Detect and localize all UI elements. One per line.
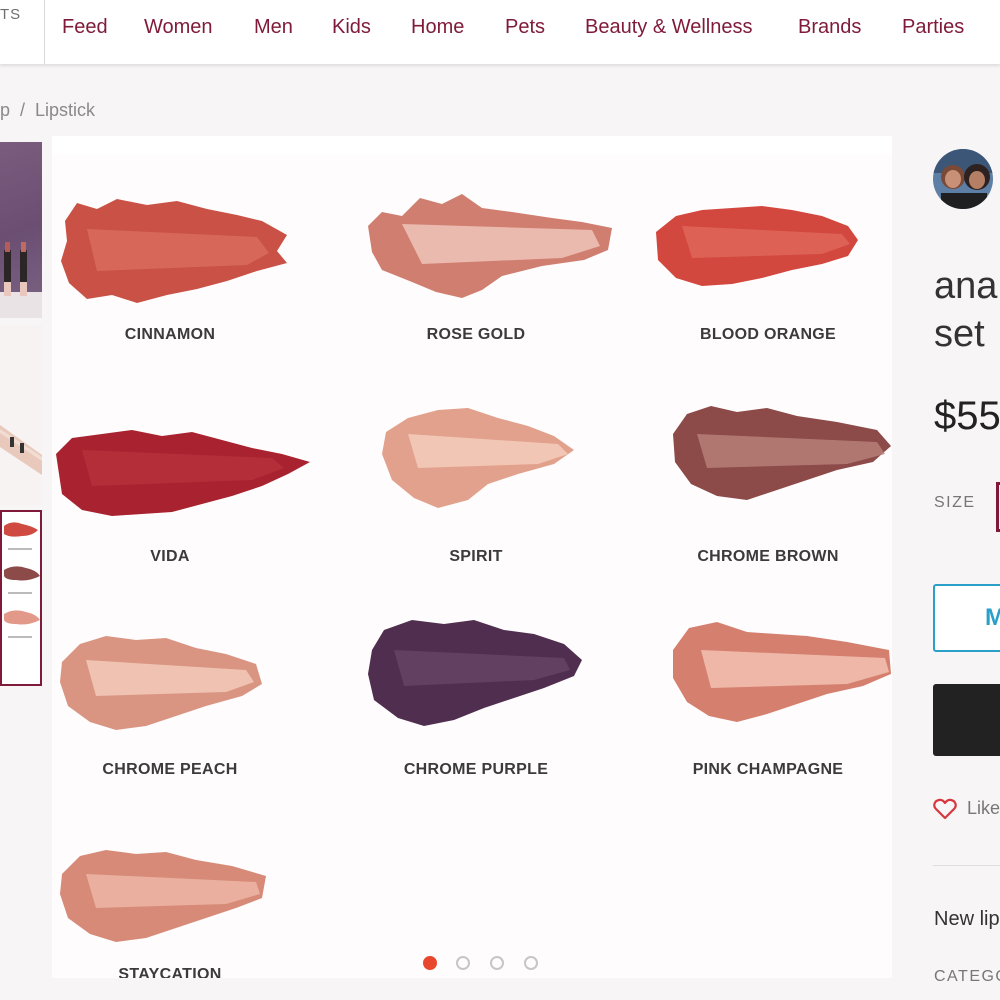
product-description: New lip: [934, 908, 1000, 930]
product-price: $55: [934, 394, 1000, 438]
like-label: Like: [967, 798, 1000, 818]
breadcrumb: p / Lipstick: [0, 100, 95, 121]
nav-item-men[interactable]: Men: [254, 16, 293, 39]
swatch-chrome-peach: [60, 636, 262, 730]
breadcrumb-separator: /: [20, 100, 26, 120]
swatch-label-spirit: SPIRIT: [449, 548, 503, 565]
nav-item-feed[interactable]: Feed: [62, 16, 108, 39]
thumbnail-2[interactable]: [0, 325, 42, 505]
swatch-label-chrome-brown: CHROME BROWN: [697, 548, 839, 565]
add-to-bag-button[interactable]: [933, 684, 1000, 756]
category-label: CATEGO: [934, 968, 1000, 985]
nav-item-home[interactable]: Home: [411, 16, 464, 39]
swatch-blood-order: [656, 206, 858, 286]
carousel-dot-1[interactable]: [423, 956, 437, 970]
carousel-dot-4[interactable]: [524, 956, 538, 970]
nav-item-brands[interactable]: Brands: [798, 16, 861, 39]
swatch-label-cinnamon: CINNAMON: [124, 326, 216, 343]
swatch-label-rose-gold: ROSE GOLD: [426, 326, 526, 343]
carousel-dot-2[interactable]: [456, 956, 470, 970]
swatch-label-pink-champagne: PINK CHAMPAGNE: [692, 761, 844, 778]
swatch-pink-champagne: [673, 622, 891, 722]
nav-logo-area[interactable]: TS: [0, 0, 45, 64]
nav-item-beauty-wellness[interactable]: Beauty & Wellness: [585, 16, 753, 39]
product-title-line-1: ana: [934, 265, 998, 307]
swatch-spirit: [382, 408, 574, 508]
like-button[interactable]: Like: [933, 798, 1000, 820]
nav-item-women[interactable]: Women: [144, 16, 213, 39]
carousel-pagination: [0, 956, 1000, 976]
swatch-vida: [56, 430, 310, 516]
primary-outline-button-label: M: [985, 604, 1000, 631]
swatch-thumbnail-image: [4, 522, 40, 638]
section-divider: [933, 865, 1000, 866]
swatch-label-blood-orange: BLOOD ORANGE: [699, 326, 837, 343]
thumbnail-3-selected[interactable]: [0, 510, 42, 686]
size-label: SIZE: [934, 494, 976, 511]
lipstick-set-thumbnail-image: [0, 242, 42, 318]
primary-outline-button[interactable]: M: [933, 584, 1000, 652]
swatch-chrome-brown: [673, 406, 891, 500]
nav-item-kids[interactable]: Kids: [332, 16, 371, 39]
swatch-chrome-purple: [368, 620, 582, 726]
product-title: ana set: [934, 262, 997, 358]
swatch-label-chrome-purple: CHROME PURPLE: [403, 761, 549, 778]
swatch-label-vida: VIDA: [150, 548, 190, 565]
breadcrumb-parent[interactable]: p: [0, 100, 10, 120]
lipstick-box-thumbnail-image: [0, 425, 42, 475]
seller-avatar-image: [933, 149, 993, 209]
thumbnail-1[interactable]: [0, 142, 42, 318]
nav-item-pets[interactable]: Pets: [505, 16, 545, 39]
size-option[interactable]: [996, 482, 1000, 532]
nav-item-parties[interactable]: Parties: [902, 16, 964, 39]
seller-avatar[interactable]: [933, 149, 993, 209]
top-nav: TS Feed Women Men Kids Home Pets Beauty …: [0, 0, 1000, 64]
swatch-label-chrome-peach: CHROME PEACH: [102, 761, 238, 778]
nav-logo-text: TS: [0, 6, 22, 23]
gallery-top-band: [52, 136, 892, 154]
swatch-cinnamon: [61, 199, 287, 303]
product-title-line-2: set: [934, 313, 985, 355]
product-image-gallery[interactable]: CINNAMON ROSE GOLD BLOOD ORANGE VIDA SPI…: [52, 136, 892, 978]
swatch-staycation: [60, 850, 266, 942]
carousel-dot-3[interactable]: [490, 956, 504, 970]
swatch-rose-gold: [368, 194, 612, 298]
heart-icon: [933, 799, 957, 820]
breadcrumb-current[interactable]: Lipstick: [35, 100, 95, 120]
